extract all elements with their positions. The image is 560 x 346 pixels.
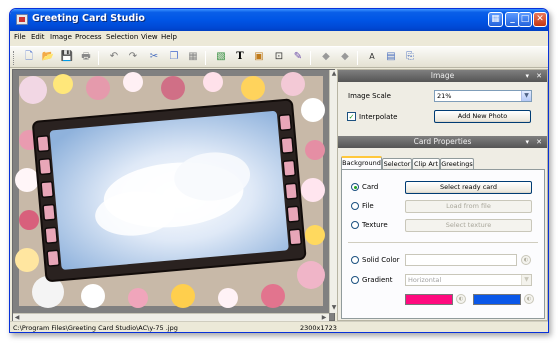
- menu-help[interactable]: Help: [161, 33, 177, 41]
- card-canvas[interactable]: ▲ ▼ ◀ ▶: [12, 69, 338, 322]
- gradient-radio[interactable]: [351, 276, 359, 284]
- add-new-photo-button[interactable]: Add New Photo: [434, 110, 531, 123]
- image-scale-select[interactable]: 21% ▼: [434, 90, 532, 102]
- right-arrow-icon[interactable]: ◆: [338, 50, 352, 64]
- image-scale-label: Image Scale: [348, 92, 391, 100]
- toolbar-separator: [310, 51, 311, 65]
- menu-edit[interactable]: Edit: [31, 33, 45, 41]
- filmstrip-frame: [32, 98, 307, 282]
- redo-icon[interactable]: ↷: [126, 50, 140, 64]
- solid-color-field[interactable]: [405, 254, 517, 266]
- gradient-direction-select[interactable]: Horizontal ▼: [405, 274, 532, 286]
- frame-icon[interactable]: ⊡: [272, 50, 286, 64]
- color-picker-icon[interactable]: ◐: [524, 294, 534, 304]
- pin-button[interactable]: ▦: [488, 12, 503, 27]
- copy-icon[interactable]: ❐: [167, 50, 181, 64]
- clipart-icon[interactable]: ▣: [252, 50, 266, 64]
- card-panel-title: Card Properties: [413, 137, 472, 146]
- window-title: Greeting Card Studio: [32, 13, 145, 24]
- toolbar-separator: [98, 51, 99, 65]
- chevron-down-icon[interactable]: ▼: [521, 91, 531, 101]
- panel-close-icon[interactable]: ✕: [536, 136, 542, 148]
- card-option-label: Card: [362, 183, 379, 191]
- texture-radio[interactable]: [351, 221, 359, 229]
- tab-clip-art[interactable]: Clip Art: [412, 158, 440, 169]
- gradient-label: Gradient: [362, 276, 393, 284]
- title-bar[interactable]: Greeting Card Studio ▦ _ □ ✕: [10, 9, 548, 31]
- solid-color-label: Solid Color: [362, 256, 400, 264]
- toolbar-separator: [357, 51, 358, 65]
- gradient-start-swatch[interactable]: [405, 294, 453, 305]
- image-panel-title: Image: [430, 71, 455, 80]
- chevron-down-icon[interactable]: ▼: [521, 275, 531, 285]
- toolbar: 🗋 📂 💾 🖶 ↶ ↷ ✂ ❐ ▦ ▧ T ▣ ⊡ ✎ ◆ ◆ A ▤ ⎘: [10, 46, 548, 68]
- file-option-label: File: [362, 202, 374, 210]
- menu-image[interactable]: Image: [50, 33, 72, 41]
- cut-icon[interactable]: ✂: [147, 50, 161, 64]
- menu-bar: File Edit Image Process Selection View H…: [10, 31, 548, 45]
- status-bar: C:\Program Files\Greeting Card Studio\AC…: [10, 321, 548, 332]
- select-texture-button[interactable]: Select texture: [405, 219, 532, 232]
- panel-menu-icon[interactable]: ▾: [525, 136, 529, 148]
- card-panel-header[interactable]: Card Properties ▾ ✕: [338, 136, 547, 148]
- status-file-path: C:\Program Files\Greeting Card Studio\AC…: [13, 324, 178, 332]
- toolbar-separator: [205, 51, 206, 65]
- file-radio[interactable]: [351, 202, 359, 210]
- solid-color-radio[interactable]: [351, 256, 359, 264]
- menu-file[interactable]: File: [14, 33, 26, 41]
- gradient-end-swatch[interactable]: [473, 294, 521, 305]
- card-icon[interactable]: ▤: [384, 50, 398, 64]
- export-icon[interactable]: ⎘: [403, 50, 417, 64]
- select-ready-card-button[interactable]: Select ready card: [405, 181, 532, 194]
- toolbar-grip[interactable]: [13, 51, 16, 65]
- tab-selector[interactable]: Selector: [382, 158, 412, 169]
- app-icon: [16, 14, 28, 25]
- card-radio[interactable]: [351, 183, 359, 191]
- color-picker-icon[interactable]: ◐: [521, 255, 531, 265]
- card-preview[interactable]: [13, 70, 329, 313]
- menu-view[interactable]: View: [141, 33, 158, 41]
- new-icon[interactable]: 🗋: [22, 50, 36, 64]
- panel-menu-icon[interactable]: ▾: [525, 70, 529, 82]
- image-scale-value: 21%: [437, 92, 452, 100]
- menu-selection[interactable]: Selection: [106, 33, 138, 41]
- interpolate-checkbox[interactable]: ✓: [347, 112, 356, 121]
- load-from-file-button[interactable]: Load from file: [405, 200, 532, 213]
- left-arrow-icon[interactable]: ◆: [319, 50, 333, 64]
- close-button[interactable]: ✕: [533, 12, 547, 27]
- texture-option-label: Texture: [362, 221, 388, 229]
- background-tab-content: Card Select ready card File Load from fi…: [341, 169, 545, 319]
- tab-background[interactable]: Background: [341, 156, 382, 170]
- undo-icon[interactable]: ↶: [107, 50, 121, 64]
- paint-icon[interactable]: ✎: [291, 50, 305, 64]
- maximize-button[interactable]: □: [518, 12, 532, 27]
- divider: [348, 242, 538, 243]
- app-window: Greeting Card Studio ▦ _ □ ✕ File Edit I…: [9, 8, 549, 333]
- image-icon[interactable]: ▧: [214, 50, 228, 64]
- side-panel: Image ▾ ✕ Image Scale 21% ▼ ✓ Interpolat…: [337, 69, 548, 321]
- menu-process[interactable]: Process: [75, 33, 102, 41]
- gradient-direction-value: Horizontal: [408, 276, 442, 284]
- status-image-size: 2300x1723: [300, 324, 337, 332]
- image-panel-header[interactable]: Image ▾ ✕: [338, 70, 547, 82]
- paste-icon[interactable]: ▦: [186, 50, 200, 64]
- panel-close-icon[interactable]: ✕: [536, 70, 542, 82]
- print-icon[interactable]: 🖶: [79, 50, 93, 64]
- tab-greetings[interactable]: Greetings: [440, 158, 474, 169]
- save-icon[interactable]: 💾: [60, 50, 74, 64]
- open-icon[interactable]: 📂: [41, 50, 55, 64]
- interpolate-label: Interpolate: [359, 113, 398, 121]
- color-picker-icon[interactable]: ◐: [456, 294, 466, 304]
- text-icon[interactable]: T: [233, 50, 247, 64]
- font-icon[interactable]: A: [365, 50, 379, 64]
